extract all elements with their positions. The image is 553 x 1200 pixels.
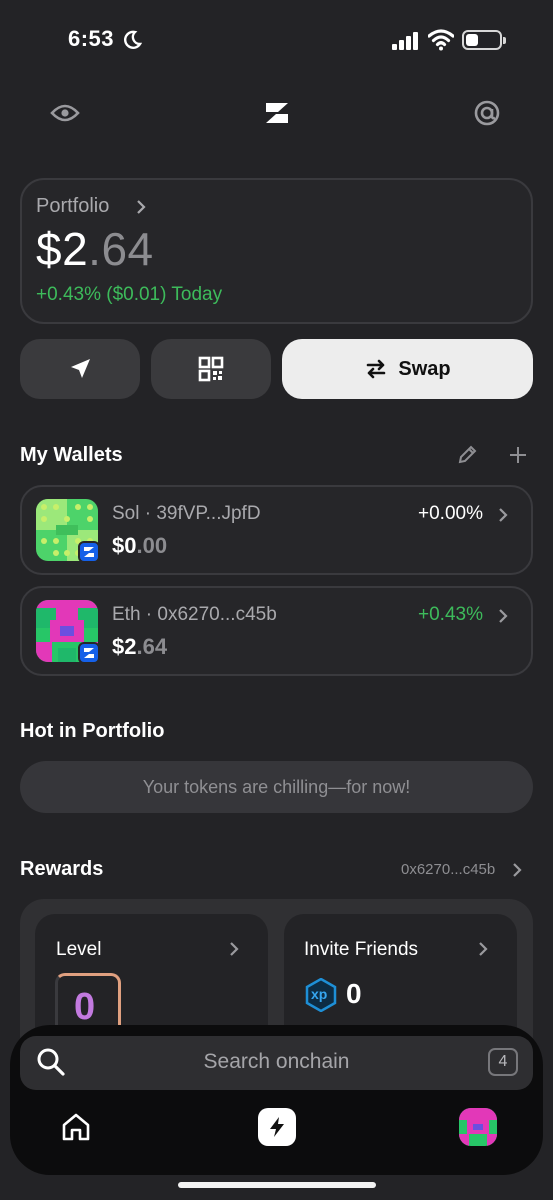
wallet-change: +0.00% [418,503,483,524]
balance-main: $2 [36,223,89,275]
xp-badge-label: xp [311,986,328,1002]
profile-avatar[interactable] [459,1108,497,1146]
chevron-right-icon [499,609,508,623]
qr-code-icon [198,356,224,382]
send-icon [71,359,90,378]
status-time: 6:53 [68,26,115,51]
add-wallet-icon[interactable] [507,444,529,466]
zerion-badge-icon [78,541,100,563]
signal-icon [392,32,418,50]
search-placeholder: Search onchain [203,1050,350,1073]
wallet-balance: $2.64 [112,634,167,660]
zerion-badge-icon [78,642,100,664]
chevron-right-icon [479,942,488,956]
wallet-balance: $0.00 [112,533,167,559]
eye-icon[interactable] [49,97,81,129]
at-sign-icon[interactable] [471,97,503,129]
wallet-card-sol[interactable]: Sol · 39fVP...JpfD $0.00 +0.00% [20,485,533,575]
wallet-card-eth[interactable]: Eth · 0x6270...c45b $2.64 +0.43% [20,586,533,676]
portfolio-label: Portfolio [36,195,110,217]
swap-button[interactable]: Swap [282,339,533,399]
chevron-right-icon[interactable] [511,862,523,878]
wallet-balance-main: $2 [112,634,137,659]
level-title: Level [56,939,102,960]
rewards-address[interactable]: 0x6270...c45b [401,861,495,878]
level-value: 0 [74,986,96,1028]
send-button[interactable] [20,339,140,399]
chevron-right-icon [230,942,239,956]
swap-label: Swap [398,357,451,380]
balance-decimals: .64 [88,223,154,275]
wallet-balance-decimals: .64 [136,634,168,659]
home-indicator [178,1182,376,1188]
hot-empty-state: Your tokens are chilling—for now! [20,761,533,813]
moon-icon [124,30,142,49]
rewards-title: Rewards [20,858,104,880]
battery-icon [462,30,506,50]
portfolio-change: +0.43% ($0.01) Today [36,284,223,305]
wifi-icon [428,29,454,51]
wallet-balance-decimals: .00 [136,533,168,558]
zerion-logo-icon[interactable] [261,97,293,129]
hot-title: Hot in Portfolio [20,720,165,742]
wallets-title: My Wallets [20,444,123,466]
wallet-name: Eth · 0x6270...c45b [112,604,277,625]
chevron-right-icon [137,200,146,214]
xp-value: 0 [346,978,362,1009]
wallet-change: +0.43% [418,604,483,625]
home-icon[interactable] [60,1111,92,1143]
chevron-right-icon [499,508,508,522]
swap-arrows-icon [367,359,386,379]
wallet-balance-main: $0 [112,533,137,558]
search-shortcut-badge: 4 [488,1048,518,1076]
receive-qr-button[interactable] [151,339,271,399]
lightning-icon [270,1117,284,1137]
lightning-button[interactable] [258,1108,296,1146]
edit-pencil-icon[interactable] [456,444,478,466]
invite-title: Invite Friends [304,939,419,960]
wallet-name: Sol · 39fVP...JpfD [112,503,261,524]
portfolio-balance: $2.64 [36,222,154,276]
